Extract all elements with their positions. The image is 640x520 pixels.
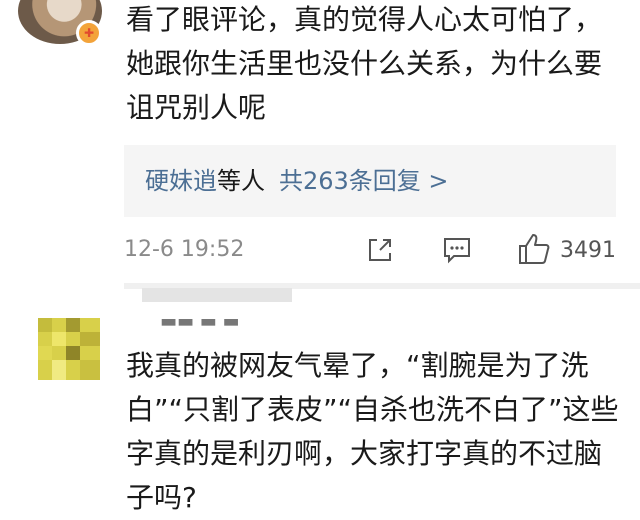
reply-count-link[interactable]: 共263条回复 > (279, 167, 449, 195)
comment-text: 我真的被网友气晕了，“割腕是为了洗白”“只割了表皮”“自杀也洗不白了”这些字真的… (126, 349, 619, 514)
thumbs-up-icon[interactable] (517, 232, 551, 266)
reply-user-names[interactable]: 硬妹逍 (145, 167, 217, 195)
replies-preview[interactable]: 硬妹逍等人 共263条回复 > (145, 159, 449, 203)
avatar[interactable] (38, 318, 100, 380)
comment-icon[interactable] (442, 236, 472, 264)
share-icon[interactable] (366, 236, 394, 264)
comment-text: 看了眼评论，真的觉得人心太可怕了，她跟你生活里也没什么关系，为什么要诅咒别人呢 (126, 3, 603, 124)
comment-username[interactable]: ▬▬ ▬ ▬ (160, 310, 239, 334)
replies-middle-text: 等人 (217, 167, 265, 195)
pixelated-avatar-icon (38, 318, 100, 380)
like-count: 3491 (560, 238, 616, 263)
vip-badge-icon: ✚ (76, 20, 102, 46)
comment-timestamp: 12-6 19:52 (124, 237, 245, 262)
divider-shadow (142, 288, 292, 302)
